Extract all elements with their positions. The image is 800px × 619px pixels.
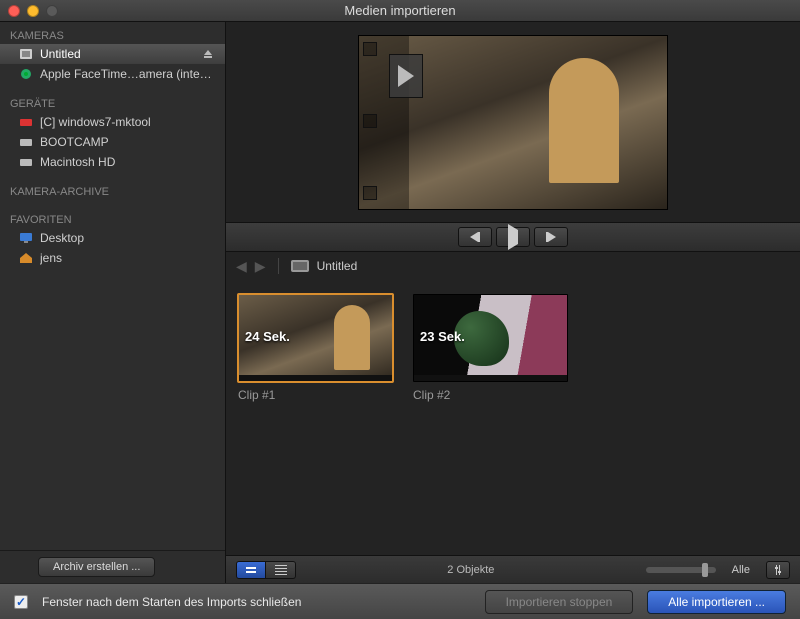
settings-button[interactable] [766,561,790,579]
sidebar-header-favoriten: FAVORITEN [0,208,225,228]
stop-import-button[interactable]: Importieren stoppen [485,590,634,614]
sidebar-item-facetime[interactable]: Apple FaceTime…amera (integriert) [0,64,225,84]
prev-clip-button[interactable] [458,227,492,247]
sliders-icon [772,564,784,576]
preview-area [226,22,800,222]
sidebar-item-label: BOOTCAMP [40,135,215,149]
sidebar-item-macintosh-hd[interactable]: Macintosh HD [0,152,225,172]
sidebar-header-geraete: GERÄTE [0,92,225,112]
sidebar-item-label: [C] windows7-mktool [40,115,215,129]
sidebar-item-bootcamp[interactable]: BOOTCAMP [0,132,225,152]
zoom-slider[interactable] [646,567,716,573]
import-all-button[interactable]: Alle importieren ... [647,590,786,614]
next-clip-button[interactable] [534,227,568,247]
clip-thumbnail[interactable]: 24 Sek. [238,294,393,382]
eject-icon[interactable] [203,49,215,59]
window-title: Medien importieren [0,3,800,18]
desktop-icon [18,231,34,245]
filmstrip-icon [244,565,258,575]
sd-card-icon [18,47,34,61]
transport-controls [226,222,800,252]
list-icon [275,565,287,575]
drive-icon [18,115,34,129]
play-button[interactable] [496,227,530,247]
sidebar-item-label: Macintosh HD [40,155,215,169]
sidebar-header-kameras: Kameras [0,24,225,44]
clip-browser: 24 Sek. Clip #1 23 Sek. Clip #2 [226,280,800,555]
sidebar-item-windows7[interactable]: [C] windows7-mktool [0,112,225,132]
camera-icon [18,67,34,81]
sidebar-item-label: Untitled [40,47,197,61]
clip-duration: 24 Sek. [245,329,290,344]
nav-back-icon[interactable]: ◀ [236,258,247,275]
preview-frame[interactable] [358,35,668,210]
sidebar-item-jens[interactable]: jens [0,248,225,268]
clip-label: Clip #2 [413,388,568,402]
footer: Fenster nach dem Starten des Imports sch… [0,583,800,619]
view-mode-toggle [236,561,296,579]
close-after-import-label: Fenster nach dem Starten des Imports sch… [42,595,301,609]
filmstrip-view-button[interactable] [236,561,266,579]
sidebar-header-archive: Kamera-Archive [0,180,225,200]
sidebar: Kameras Untitled Apple FaceTime…amera (i… [0,22,226,583]
sidebar-item-label: jens [40,251,215,265]
sidebar-item-label: Apple FaceTime…amera (integriert) [40,67,215,81]
sd-card-icon [291,260,309,272]
drive-icon [18,155,34,169]
clip-label: Clip #1 [238,388,393,402]
sidebar-item-label: Desktop [40,231,215,245]
clip-thumbnail[interactable]: 23 Sek. [413,294,568,382]
create-archive-button[interactable]: Archiv erstellen ... [38,557,155,577]
drive-icon [18,135,34,149]
clip-item[interactable]: 24 Sek. Clip #1 [238,294,393,402]
object-count: 2 Objekte [306,564,636,576]
breadcrumb-title: Untitled [317,259,358,273]
zoom-label: Alle [732,564,750,576]
sidebar-item-desktop[interactable]: Desktop [0,228,225,248]
titlebar: Medien importieren [0,0,800,22]
clip-duration: 23 Sek. [420,329,465,344]
nav-forward-icon[interactable]: ▶ [255,258,266,275]
archive-button-row: Archiv erstellen ... [0,550,225,583]
clip-item[interactable]: 23 Sek. Clip #2 [413,294,568,402]
home-icon [18,251,34,265]
preview-play-overlay-icon[interactable] [389,54,423,98]
list-view-button[interactable] [266,561,296,579]
breadcrumb: ◀ ▶ Untitled [226,252,800,280]
close-after-import-checkbox[interactable] [14,595,28,609]
sidebar-item-untitled[interactable]: Untitled [0,44,225,64]
browser-toolbar: 2 Objekte Alle [226,555,800,583]
